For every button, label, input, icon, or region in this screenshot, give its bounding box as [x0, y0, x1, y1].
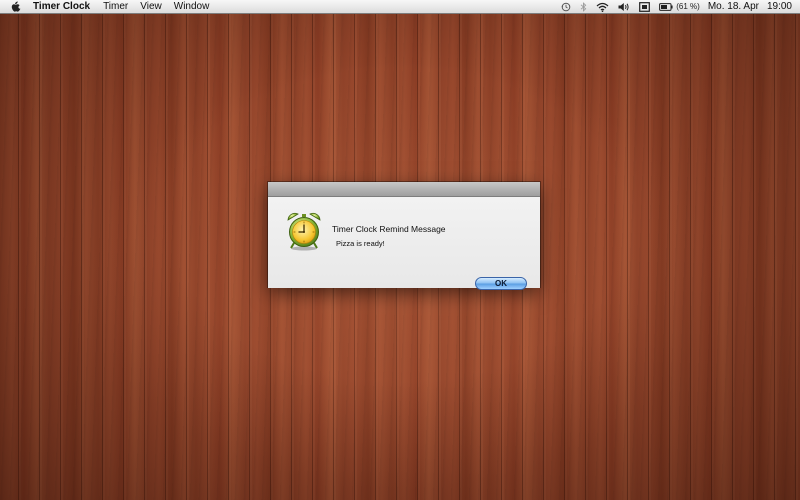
bluetooth-icon[interactable]: [580, 1, 587, 12]
desktop: Timer Clock Timer View Window (61 %) Mo.…: [0, 0, 800, 500]
display-icon[interactable]: [639, 1, 651, 12]
wifi-icon[interactable]: [596, 2, 609, 12]
dialog-message: Pizza is ready!: [336, 239, 385, 248]
remind-alert-dialog: Timer Clock Remind Message Pizza is read…: [268, 182, 540, 290]
ok-button[interactable]: OK: [475, 277, 527, 290]
dialog-body: Timer Clock Remind Message Pizza is read…: [268, 197, 540, 290]
volume-icon[interactable]: [618, 2, 630, 12]
battery-percentage: (61 %): [676, 2, 700, 11]
apple-menu-icon[interactable]: [11, 1, 21, 12]
menu-clock-time[interactable]: 19:00: [767, 1, 792, 12]
alarm-clock-icon: [285, 211, 323, 251]
menu-window[interactable]: Window: [174, 0, 210, 14]
battery-icon[interactable]: [659, 2, 673, 11]
menu-view[interactable]: View: [140, 0, 162, 14]
menu-clock-date[interactable]: Mo. 18. Apr: [708, 1, 759, 12]
dialog-title-bar[interactable]: [268, 182, 540, 197]
status-area: (61 %) Mo. 18. Apr 19:00: [552, 0, 792, 14]
time-machine-icon[interactable]: [561, 2, 571, 12]
menu-bar: Timer Clock Timer View Window (61 %) Mo.…: [0, 0, 800, 14]
menu-timer[interactable]: Timer: [103, 0, 128, 14]
dialog-title: Timer Clock Remind Message: [332, 224, 446, 234]
menu-app-name[interactable]: Timer Clock: [33, 0, 90, 14]
